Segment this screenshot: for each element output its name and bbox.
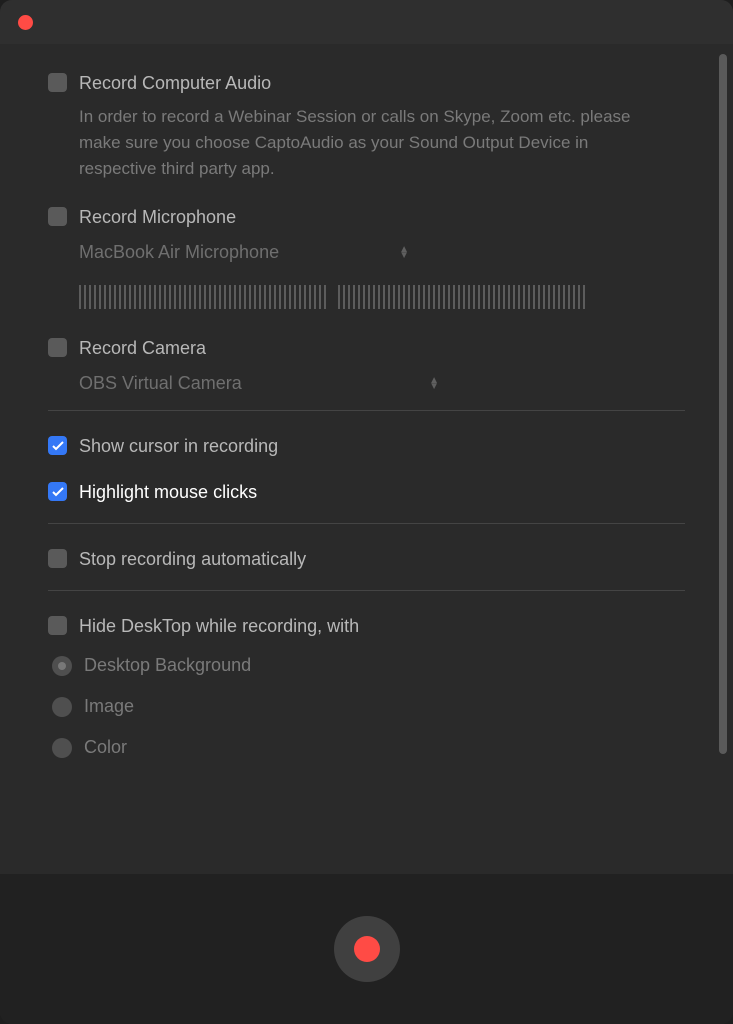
radio-desktop-background[interactable] — [52, 656, 72, 676]
radio-color-row: Color — [52, 737, 685, 758]
record-microphone-label: Record Microphone — [79, 206, 236, 228]
divider — [48, 590, 685, 591]
highlight-clicks-label: Highlight mouse clicks — [79, 481, 257, 503]
record-microphone-row: Record Microphone — [48, 206, 685, 228]
footer-bar — [0, 874, 733, 1024]
window-titlebar — [0, 0, 733, 44]
camera-device-select[interactable]: OBS Virtual Camera ▲▼ — [79, 369, 439, 398]
show-cursor-row: Show cursor in recording — [48, 435, 685, 457]
radio-color-label: Color — [84, 737, 127, 758]
settings-scroll: Record Computer Audio In order to record… — [0, 44, 733, 874]
record-camera-checkbox[interactable] — [48, 338, 67, 357]
radio-image-row: Image — [52, 696, 685, 717]
hide-desktop-label: Hide DeskTop while recording, with — [79, 615, 359, 637]
divider — [48, 410, 685, 411]
stop-auto-label: Stop recording automatically — [79, 548, 306, 570]
updown-icon: ▲▼ — [399, 247, 409, 259]
radio-desktop-background-row: Desktop Background — [52, 655, 685, 676]
microphone-device-row: MacBook Air Microphone ▲▼ — [79, 238, 685, 267]
highlight-clicks-checkbox[interactable] — [48, 482, 67, 501]
show-cursor-label: Show cursor in recording — [79, 435, 278, 457]
record-icon — [354, 936, 380, 962]
close-window-button[interactable] — [18, 15, 33, 30]
radio-desktop-background-label: Desktop Background — [84, 655, 251, 676]
highlight-clicks-row: Highlight mouse clicks — [48, 481, 685, 503]
record-camera-row: Record Camera — [48, 337, 685, 359]
hide-desktop-checkbox[interactable] — [48, 616, 67, 635]
record-camera-label: Record Camera — [79, 337, 206, 359]
hide-desktop-radio-group: Desktop Background Image Color — [52, 655, 685, 758]
record-microphone-checkbox[interactable] — [48, 207, 67, 226]
radio-color[interactable] — [52, 738, 72, 758]
updown-icon: ▲▼ — [429, 378, 439, 390]
camera-device-value: OBS Virtual Camera — [79, 373, 242, 394]
recording-settings-window: Record Computer Audio In order to record… — [0, 0, 733, 1024]
radio-image-label: Image — [84, 696, 134, 717]
stop-auto-row: Stop recording automatically — [48, 548, 685, 570]
record-computer-audio-label: Record Computer Audio — [79, 72, 271, 94]
record-computer-audio-row: Record Computer Audio — [48, 72, 685, 94]
camera-device-row: OBS Virtual Camera ▲▼ — [79, 369, 685, 398]
show-cursor-checkbox[interactable] — [48, 436, 67, 455]
hide-desktop-row: Hide DeskTop while recording, with — [48, 615, 685, 637]
radio-image[interactable] — [52, 697, 72, 717]
content-area: Record Computer Audio In order to record… — [0, 44, 733, 874]
record-computer-audio-help: In order to record a Webinar Session or … — [79, 104, 669, 182]
stop-auto-checkbox[interactable] — [48, 549, 67, 568]
microphone-level-meter — [79, 285, 685, 309]
microphone-device-select[interactable]: MacBook Air Microphone ▲▼ — [79, 238, 409, 267]
microphone-device-value: MacBook Air Microphone — [79, 242, 279, 263]
divider — [48, 523, 685, 524]
record-computer-audio-checkbox[interactable] — [48, 73, 67, 92]
record-button[interactable] — [334, 916, 400, 982]
